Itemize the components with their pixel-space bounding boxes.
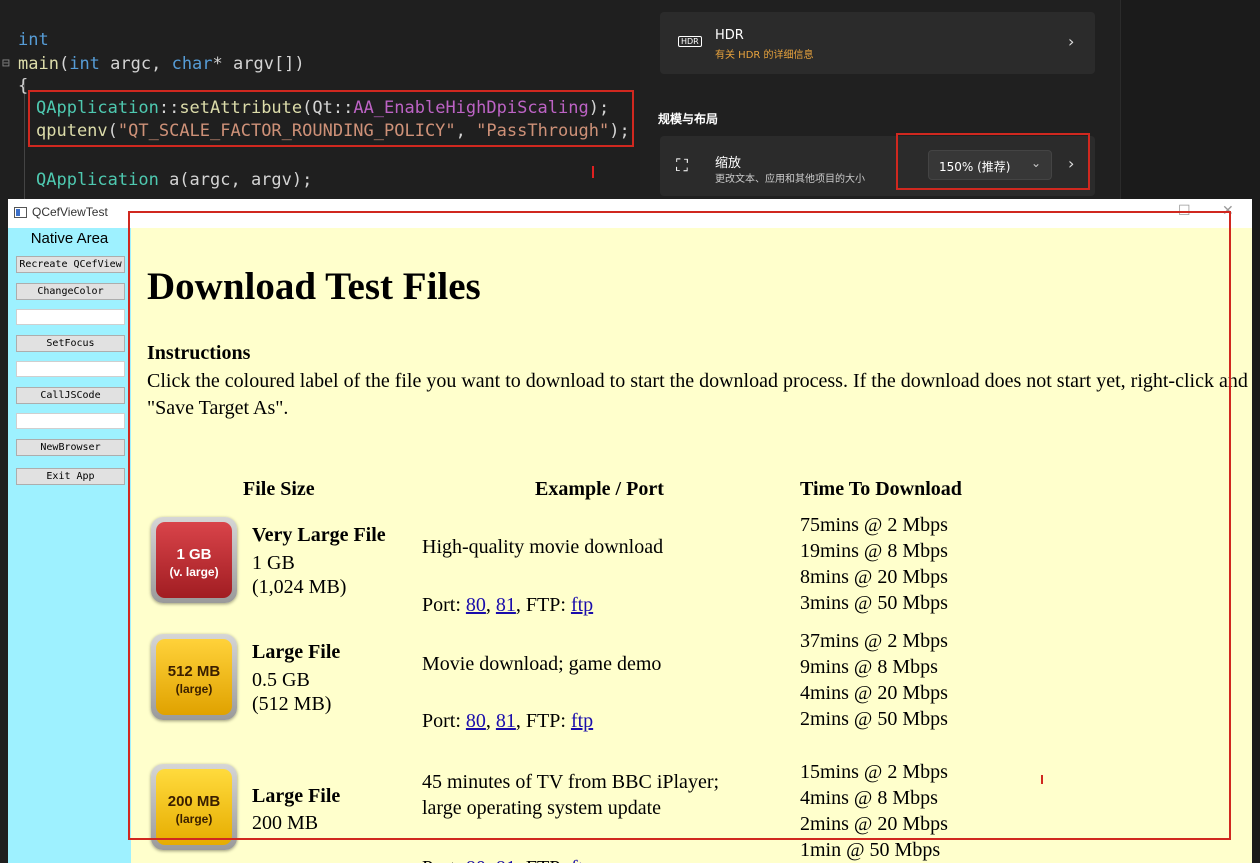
chevron-right-icon: › [1068,32,1075,51]
ftp-link[interactable]: ftp [571,857,593,863]
red-marker [1041,775,1043,784]
new-browser-button[interactable]: NewBrowser [16,439,125,456]
recreate-qcefview-button[interactable]: Recreate QCefView [16,256,125,273]
set-focus-button[interactable]: SetFocus [16,335,125,352]
js-input-field[interactable] [16,413,125,429]
hdr-link[interactable]: 有关 HDR 的详细信息 [715,46,814,61]
change-color-button[interactable]: ChangeColor [16,283,125,300]
code-line: int [18,30,49,50]
hdr-title: HDR [715,28,744,43]
hdr-icon: HDR [678,36,702,47]
text-cursor [592,166,594,178]
port-80-link[interactable]: 80 [466,857,486,863]
port-81-link[interactable]: 81 [496,857,516,863]
port-links: Port: 80, 81, FTP: ftp [422,857,593,863]
scale-subtitle: 更改文本、应用和其他项目的大小 [715,174,865,185]
scale-title: 缩放 [715,156,742,171]
hdr-card[interactable]: HDR HDR 有关 HDR 的详细信息 › [660,12,1095,74]
section-heading: 规模与布局 [658,112,719,126]
scale-highlight-box [896,133,1090,190]
scale-icon: ⛶ [676,156,688,176]
webview-highlight-box [128,211,1231,840]
color-field[interactable] [16,309,125,325]
native-area-panel: Native Area Recreate QCefView ChangeColo… [8,228,131,863]
code-line: QApplication a(argc, argv); [36,170,313,190]
call-js-code-button[interactable]: CallJSCode [16,387,125,404]
code-line: main(int argc, char* argv[]) [18,54,305,74]
code-line: { [18,76,29,96]
exit-app-button[interactable]: Exit App [16,468,125,485]
code-highlight-box [28,90,634,147]
window-title: QCefViewTest [32,205,108,219]
app-icon [14,207,27,218]
focus-field[interactable] [16,361,125,377]
fold-icon[interactable]: ⊟ [2,56,10,71]
native-area-label: Native Area [30,230,109,247]
